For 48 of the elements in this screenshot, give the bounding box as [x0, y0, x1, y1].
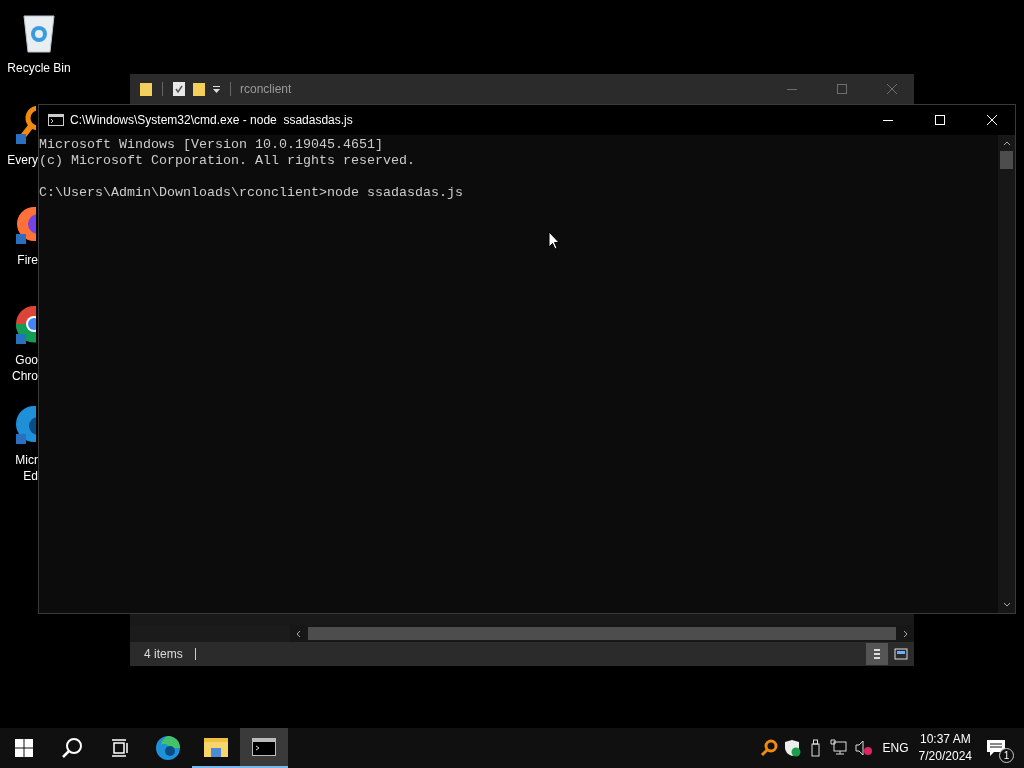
checklist-icon[interactable]: [172, 81, 186, 97]
search-icon: [61, 737, 83, 759]
terminal-icon: [48, 114, 64, 126]
console-line: C:\Users\Admin\Downloads\rconclient>node ssadasdas.js: [39, 185, 463, 201]
desktop-icon-label: Goo: [15, 352, 38, 368]
folder-icon[interactable]: [192, 81, 206, 97]
scroll-thumb[interactable]: [1000, 151, 1013, 169]
console-line: (c) Microsoft Corporation. All rights reserved.: [39, 153, 415, 169]
desktop-icon-label: Fire: [17, 252, 38, 268]
window-title: rconclient: [240, 82, 292, 96]
console-line: Microsoft Windows [Version 10.0.19045.4651]: [39, 137, 383, 153]
notification-icon[interactable]: [986, 738, 1006, 758]
language-indicator[interactable]: ENG: [882, 741, 909, 755]
folder-icon[interactable]: [139, 81, 153, 97]
desktop-icon-label: Ed: [23, 468, 38, 484]
time-text: 10:37 AM: [919, 731, 971, 748]
terminal-taskbar-button[interactable]: [240, 728, 288, 768]
desktop-icon-label: Chro: [12, 368, 38, 384]
chevron-up-icon[interactable]: [1001, 139, 1012, 147]
windows-logo-icon: [15, 739, 33, 757]
details-view-button[interactable]: [866, 643, 888, 665]
item-count: 4 items: [144, 647, 183, 661]
vertical-scrollbar[interactable]: [998, 135, 1015, 613]
magnifier-tray-icon[interactable]: [759, 739, 778, 757]
close-icon: [986, 114, 998, 126]
shield-icon[interactable]: [783, 739, 802, 757]
browser-icon: [155, 735, 181, 761]
desktop-icon-label: Recycle Bin: [7, 60, 71, 76]
chevron-down-icon[interactable]: [1001, 601, 1012, 609]
list-icon: [872, 648, 882, 660]
task-view-icon: [111, 739, 129, 757]
desktop-icon-label: Every: [7, 152, 38, 168]
maximize-icon: [934, 114, 946, 126]
preview-pane-icon: [894, 648, 908, 660]
clock[interactable]: 10:37 AM 7/20/2024: [918, 731, 972, 765]
cursor-icon: [548, 231, 560, 250]
terminal-icon: [252, 738, 276, 756]
window-title: C:\Windows\System32\cmd.exe - node ssadasdas.js: [70, 113, 353, 127]
close-icon[interactable]: [886, 83, 898, 95]
volume-muted-icon[interactable]: [853, 739, 874, 757]
dropdown-caret-icon[interactable]: [212, 84, 221, 94]
date-text: 7/20/2024: [918, 748, 972, 765]
network-icon[interactable]: [829, 739, 848, 757]
scroll-thumb[interactable]: [308, 627, 896, 640]
desktop-icon-label: Micr: [15, 452, 38, 468]
notification-count-badge: 1: [999, 748, 1014, 763]
folder-icon: [203, 736, 229, 758]
maximize-icon[interactable]: [836, 83, 848, 95]
